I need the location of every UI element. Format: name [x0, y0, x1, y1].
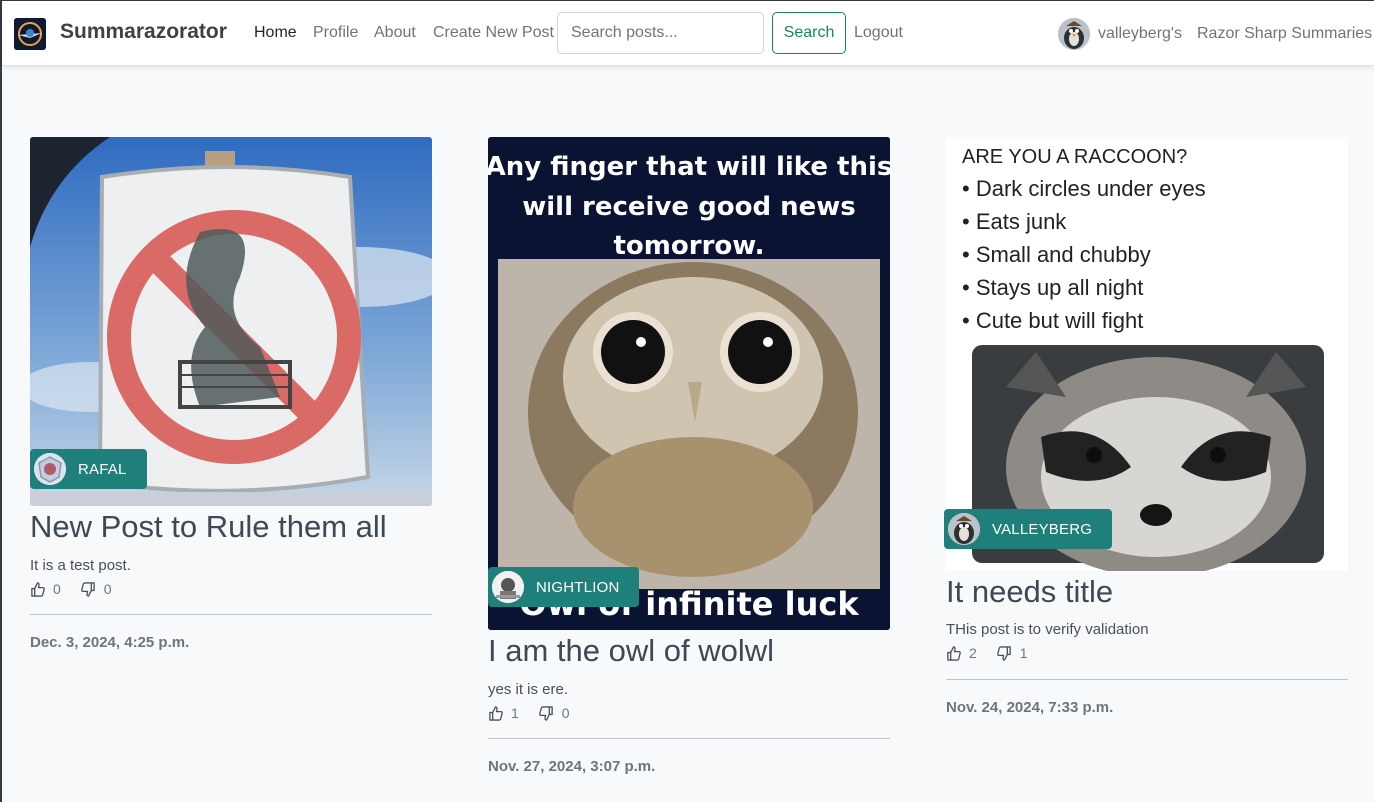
post-title[interactable]: New Post to Rule them all [30, 509, 387, 545]
user-name[interactable]: valleyberg's [1098, 25, 1182, 43]
post-date: Nov. 24, 2024, 7:33 p.m. [946, 699, 1114, 716]
thumbs-up-icon[interactable] [488, 705, 503, 721]
vote-row: 0 0 [30, 581, 132, 597]
nav-profile[interactable]: Profile [313, 24, 358, 42]
post-description: It is a test post. [30, 557, 131, 574]
author-badge[interactable]: RAFAL [30, 449, 147, 489]
brand-logo[interactable] [14, 18, 46, 50]
brand-name[interactable]: Summarazorator [60, 20, 227, 44]
post-description: yes it is ere. [488, 681, 569, 698]
thumbs-down-icon[interactable] [996, 645, 1012, 661]
thumbs-up-icon[interactable] [30, 581, 45, 597]
post-image[interactable]: Any finger that will like this will rece… [488, 137, 890, 630]
like-count: 2 [969, 645, 977, 661]
raccoon-bullet: • Small and chubby [962, 242, 1151, 267]
dislike-count: 0 [103, 581, 112, 597]
divider [488, 738, 890, 739]
author-avatar [492, 571, 524, 603]
author-avatar [948, 513, 980, 545]
divider [30, 614, 432, 615]
nav-about[interactable]: About [374, 24, 416, 42]
raccoon-bullet: • Stays up all night [962, 275, 1143, 300]
search-input[interactable] [557, 12, 764, 54]
thumbs-up-icon[interactable] [946, 645, 961, 661]
raccoon-bullet: • Eats junk [962, 209, 1067, 234]
post-image[interactable]: ARE YOU A RACCOON? • Dark circles under … [946, 137, 1348, 571]
raccoon-bullet: • Dark circles under eyes [962, 176, 1206, 201]
divider [946, 679, 1348, 680]
dislike-count: 0 [561, 705, 570, 721]
thumbs-down-icon[interactable] [80, 581, 96, 597]
author-name: NIGHTLION [536, 578, 620, 596]
author-badge[interactable]: NIGHTLION [488, 567, 640, 607]
nav-home[interactable]: Home [254, 24, 297, 42]
author-name: RAFAL [78, 460, 127, 478]
thumbs-down-icon[interactable] [538, 705, 554, 721]
meme-text-line3: tomorrow. [614, 231, 765, 261]
post-title[interactable]: I am the owl of wolwl [488, 633, 774, 669]
logout-link[interactable]: Logout [854, 24, 903, 42]
user-avatar[interactable] [1058, 18, 1090, 50]
meme-text-line1: Any finger that will like this [488, 152, 890, 182]
raccoon-bullet: • Cute but will fight [962, 308, 1143, 333]
raccoon-heading: ARE YOU A RACCOON? [962, 146, 1187, 168]
vote-row: 2 1 [946, 645, 1048, 661]
like-count: 0 [53, 581, 61, 597]
nav-create-new-post[interactable]: Create New Post [433, 24, 554, 42]
navbar: Summarazorator Home Profile About Create… [2, 1, 1374, 66]
vote-row: 1 0 [488, 705, 590, 721]
post-title[interactable]: It needs title [946, 574, 1113, 610]
post-description: THis post is to verify validation [946, 621, 1149, 638]
author-avatar [34, 453, 66, 485]
tagline: Razor Sharp Summaries [1197, 25, 1373, 42]
meme-text-line2: will receive good news [522, 192, 856, 222]
like-count: 1 [511, 705, 519, 721]
author-badge[interactable]: VALLEYBERG [944, 509, 1113, 549]
author-name: VALLEYBERG [992, 520, 1093, 538]
post-date: Nov. 27, 2024, 3:07 p.m. [488, 758, 656, 775]
dislike-count: 1 [1019, 645, 1028, 661]
search-button[interactable]: Search [772, 12, 846, 54]
post-date: Dec. 3, 2024, 4:25 p.m. [30, 634, 190, 651]
